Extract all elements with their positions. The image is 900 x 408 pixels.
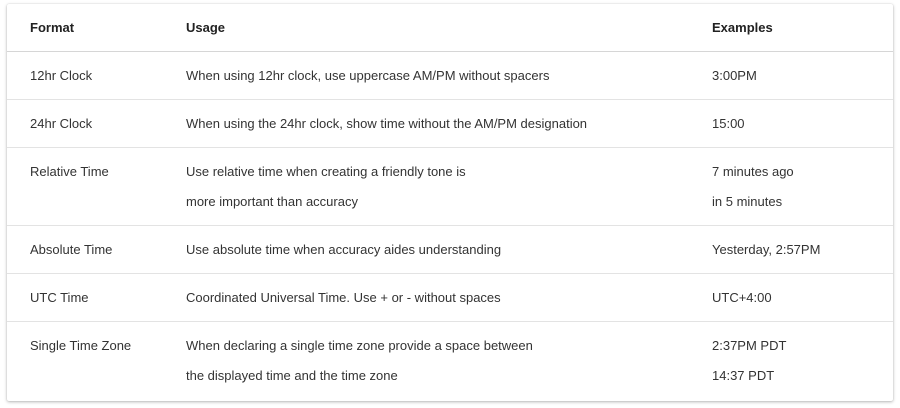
usage-line: the displayed time and the time zone <box>186 368 398 383</box>
example-value: 7 minutes ago <box>712 164 794 179</box>
table-row-absolute-time: Absolute Time Use absolute time when acc… <box>7 226 893 274</box>
example-value: 3:00PM <box>712 68 757 83</box>
examples-cell: 3:00PM <box>712 61 757 91</box>
usage-cell: Use relative time when creating a friend… <box>186 157 466 217</box>
example-value: 15:00 <box>712 116 745 131</box>
table-header-row: Format Usage Examples <box>7 4 893 52</box>
usage-line: Use absolute time when accuracy aides un… <box>186 242 502 257</box>
usage-line: When declaring a single time zone provid… <box>186 338 533 353</box>
example-value: UTC+4:00 <box>712 290 772 305</box>
usage-cell: Use absolute time when accuracy aides un… <box>186 235 501 265</box>
table-row-12hr-clock: 12hr Clock When using 12hr clock, use up… <box>7 52 893 100</box>
usage-line: Coordinated Universal Time. Use + or - w… <box>186 290 501 305</box>
usage-line: more important than accuracy <box>186 194 358 209</box>
time-format-table: Format Usage Examples 12hr Clock When us… <box>7 4 893 401</box>
examples-cell: 2:37PM PDT 14:37 PDT <box>712 331 786 391</box>
format-cell: 24hr Clock <box>30 116 93 131</box>
usage-cell: When using the 24hr clock, show time wit… <box>186 109 587 139</box>
example-value: Yesterday, 2:57PM <box>712 242 821 257</box>
examples-cell: 15:00 <box>712 109 745 139</box>
example-value: 2:37PM PDT <box>712 338 787 353</box>
header-usage: Usage <box>186 20 226 35</box>
usage-line: Use relative time when creating a friend… <box>186 164 466 179</box>
examples-cell: Yesterday, 2:57PM <box>712 235 820 265</box>
format-cell: 12hr Clock <box>30 68 93 83</box>
examples-cell: 7 minutes ago in 5 minutes <box>712 157 794 217</box>
format-cell: Relative Time <box>30 164 109 179</box>
table-row-24hr-clock: 24hr Clock When using the 24hr clock, sh… <box>7 100 893 148</box>
header-examples: Examples <box>712 20 773 35</box>
usage-cell: When using 12hr clock, use uppercase AM/… <box>186 61 549 91</box>
usage-cell: When declaring a single time zone provid… <box>186 331 533 391</box>
example-value: 14:37 PDT <box>712 368 775 383</box>
format-cell: Single Time Zone <box>30 338 132 353</box>
example-value: in 5 minutes <box>712 194 783 209</box>
table-row-relative-time: Relative Time Use relative time when cre… <box>7 148 893 226</box>
usage-cell: Coordinated Universal Time. Use + or - w… <box>186 283 501 313</box>
table-row-single-time-zone: Single Time Zone When declaring a single… <box>7 322 893 401</box>
table-row-utc-time: UTC Time Coordinated Universal Time. Use… <box>7 274 893 322</box>
usage-line: When using 12hr clock, use uppercase AM/… <box>186 68 550 83</box>
usage-line: When using the 24hr clock, show time wit… <box>186 116 588 131</box>
examples-cell: UTC+4:00 <box>712 283 772 313</box>
header-format: Format <box>30 20 75 35</box>
format-cell: Absolute Time <box>30 242 113 257</box>
format-cell: UTC Time <box>30 290 89 305</box>
